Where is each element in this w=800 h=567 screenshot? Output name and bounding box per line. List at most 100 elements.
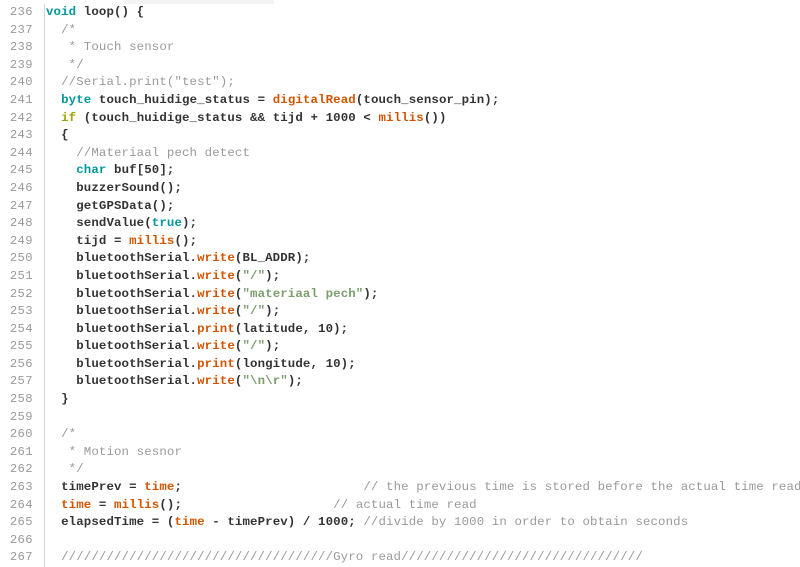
code-line-text[interactable]: elapsedTime = (time - timePrev) / 1000; … — [38, 514, 800, 532]
code-line-text[interactable]: bluetoothSerial.write("materiaal pech"); — [38, 286, 800, 304]
code-line[interactable]: 239 */ — [0, 57, 800, 75]
line-number: 257 — [9, 374, 33, 389]
code-line[interactable]: 245 char buf[50]; — [0, 162, 800, 180]
token-control: if — [61, 110, 77, 125]
code-line-text[interactable]: * Touch sensor — [38, 39, 800, 57]
token-plain: - timePrev) / 1000; — [204, 515, 364, 530]
code-line-text[interactable]: bluetoothSerial.print(latitude, 10); — [38, 321, 800, 339]
code-line[interactable]: 267 ////////////////////////////////////… — [0, 549, 800, 567]
code-line-text[interactable]: getGPSData(); — [38, 198, 800, 216]
code-line-text[interactable]: /* — [38, 22, 800, 40]
code-line[interactable]: 241 byte touch_huidige_status = digitalR… — [0, 92, 800, 110]
code-line[interactable]: 253 bluetoothSerial.write("/"); — [0, 303, 800, 321]
token-function: write — [197, 251, 235, 266]
code-line-text[interactable]: } — [38, 391, 800, 409]
code-line[interactable]: 256 bluetoothSerial.print(longitude, 10)… — [0, 356, 800, 374]
token-plain: (); — [174, 233, 198, 248]
code-line-text[interactable]: //Serial.print("test"); — [38, 74, 800, 92]
token-comment: * Touch sensor — [46, 40, 175, 55]
code-line[interactable]: 247 getGPSData(); — [0, 198, 800, 216]
line-number: 250 — [9, 251, 33, 266]
token-plain: timePrev = — [46, 480, 145, 495]
code-line[interactable]: 237 /* — [0, 22, 800, 40]
code-editor-pane[interactable]: 236 void loop() {237 /* 238 * Touch sensor… — [0, 0, 800, 567]
token-function: print — [197, 356, 235, 371]
code-line-text[interactable]: */ — [38, 57, 800, 75]
code-line-text[interactable]: buzzerSound(); — [38, 180, 800, 198]
token-plain: buf[50]; — [106, 163, 175, 178]
token-plain: buzzerSound(); — [46, 180, 183, 195]
code-line[interactable]: 260 /* — [0, 426, 800, 444]
token-function: time — [144, 480, 175, 495]
code-line[interactable]: 250 bluetoothSerial.write(BL_ADDR); — [0, 250, 800, 268]
token-plain: ); — [287, 374, 303, 389]
token-string: "/" — [242, 339, 266, 354]
code-line[interactable]: 240 //Serial.print("test"); — [0, 74, 800, 92]
code-line-text[interactable]: char buf[50]; — [38, 162, 800, 180]
line-number: 236 — [9, 5, 33, 19]
code-line[interactable]: 265 elapsedTime = (time - timePrev) / 10… — [0, 514, 800, 532]
token-function: millis — [378, 110, 424, 125]
code-line[interactable]: 248 sendValue(true); — [0, 215, 800, 233]
code-line[interactable]: 259 — [0, 409, 800, 427]
token-plain: bluetoothSerial. — [46, 251, 198, 266]
token-plain: ); — [265, 304, 281, 319]
code-line-text[interactable]: bluetoothSerial.write("/"); — [38, 338, 800, 356]
code-line[interactable]: 262 */ — [0, 461, 800, 479]
code-line-text[interactable]: * Motion sesnor — [38, 444, 800, 462]
token-comment: * Motion sesnor — [46, 444, 183, 459]
code-line-text[interactable]: void loop() { — [38, 4, 800, 22]
code-line-text[interactable]: timePrev = time; // the previous time is… — [38, 479, 800, 497]
token-plain: getGPSData(); — [46, 198, 175, 213]
code-line[interactable]: 258 } — [0, 391, 800, 409]
token-function: millis — [114, 497, 160, 512]
code-line[interactable]: 264 time = millis(); // actual time read — [0, 497, 800, 515]
code-line[interactable]: 261 * Motion sesnor — [0, 444, 800, 462]
code-line[interactable]: 254 bluetoothSerial.print(latitude, 10); — [0, 321, 800, 339]
token-string: "/" — [242, 304, 266, 319]
code-line[interactable]: 255 bluetoothSerial.write("/"); — [0, 338, 800, 356]
code-line-text[interactable]: bluetoothSerial.print(longitude, 10); — [38, 356, 800, 374]
code-line[interactable]: 251 bluetoothSerial.write("/"); — [0, 268, 800, 286]
code-line[interactable]: 266 — [0, 532, 800, 550]
code-line-text[interactable]: //Materiaal pech detect — [38, 145, 800, 163]
line-number: 241 — [9, 92, 33, 107]
code-area[interactable]: 236 void loop() {237 /* 238 * Touch sensor… — [0, 4, 800, 567]
code-line-text[interactable]: tijd = millis(); — [38, 233, 800, 251]
line-number: 240 — [9, 75, 33, 90]
code-lines-container[interactable]: 236 void loop() {237 /* 238 * Touch sensor… — [0, 4, 800, 567]
line-number: 243 — [9, 128, 33, 143]
code-line-text[interactable]: ////////////////////////////////////Gyro… — [38, 549, 800, 567]
code-line-text[interactable]: bluetoothSerial.write(BL_ADDR); — [38, 250, 800, 268]
code-line[interactable]: 246 buzzerSound(); — [0, 180, 800, 198]
code-line-text[interactable]: { — [38, 127, 800, 145]
code-line-text[interactable]: byte touch_huidige_status = digitalRead(… — [38, 92, 800, 110]
code-line-text[interactable]: bluetoothSerial.write("\n\r"); — [38, 373, 800, 391]
code-line[interactable]: 257 bluetoothSerial.write("\n\r"); — [0, 373, 800, 391]
code-line-text[interactable]: time = millis(); // actual time read — [38, 497, 800, 515]
token-plain: bluetoothSerial. — [46, 268, 198, 283]
code-line-text[interactable]: */ — [38, 461, 800, 479]
token-plain: bluetoothSerial. — [46, 321, 198, 336]
code-line[interactable]: 249 tijd = millis(); — [0, 233, 800, 251]
code-line[interactable]: 242 if (touch_huidige_status && tijd + 1… — [0, 110, 800, 128]
code-line[interactable]: 243 { — [0, 127, 800, 145]
code-line[interactable]: 252 bluetoothSerial.write("materiaal pec… — [0, 286, 800, 304]
code-line-text[interactable]: bluetoothSerial.write("/"); — [38, 268, 800, 286]
gutter-separator-rule — [44, 4, 45, 567]
code-line-text[interactable]: /* — [38, 426, 800, 444]
code-line[interactable]: 236 void loop() { — [0, 4, 800, 22]
token-plain: (); — [159, 497, 334, 512]
line-number: 237 — [9, 22, 33, 37]
code-line-text[interactable]: if (touch_huidige_status && tijd + 1000 … — [38, 110, 800, 128]
code-line[interactable]: 244 //Materiaal pech detect — [0, 145, 800, 163]
code-line[interactable]: 263 timePrev = time; // the previous tim… — [0, 479, 800, 497]
token-keyword: char — [76, 163, 107, 178]
token-function: write — [197, 339, 235, 354]
code-line-text[interactable]: sendValue(true); — [38, 215, 800, 233]
code-line-text[interactable]: bluetoothSerial.write("/"); — [38, 303, 800, 321]
token-plain: ); — [265, 268, 281, 283]
code-line[interactable]: 238 * Touch sensor — [0, 39, 800, 57]
line-number: 261 — [9, 444, 33, 459]
